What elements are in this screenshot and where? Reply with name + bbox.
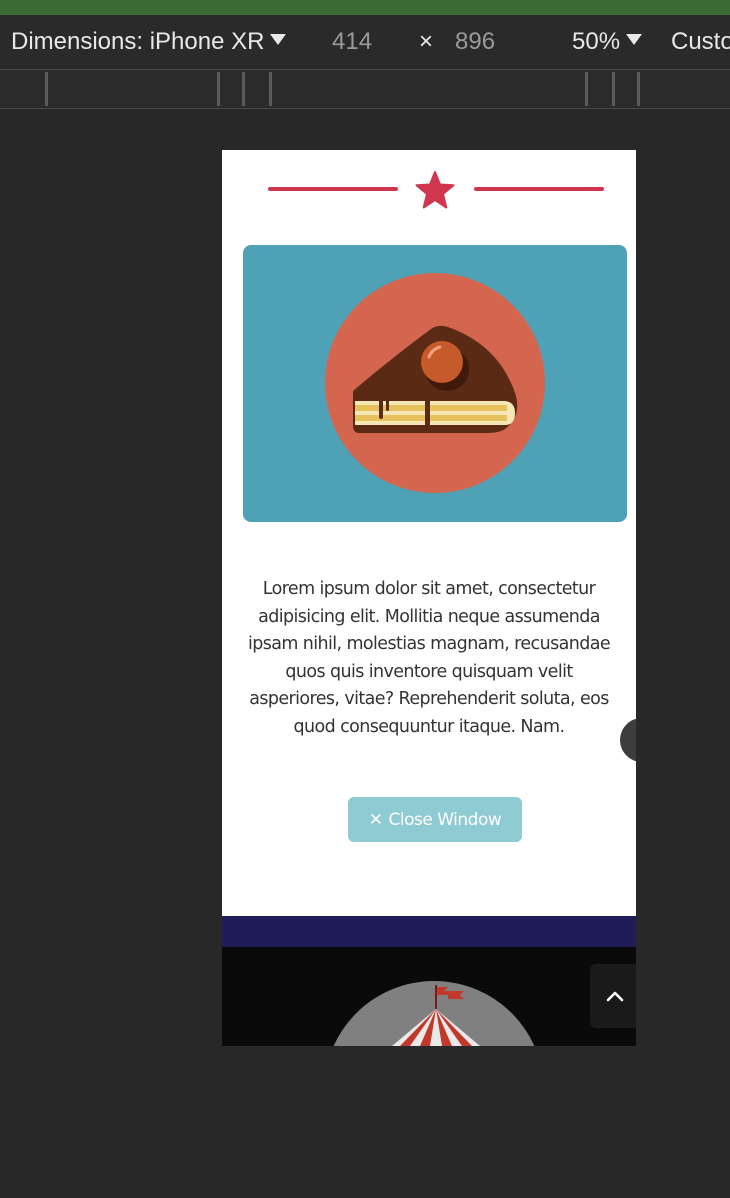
ruler-tick[interactable] [45,72,48,106]
cake-slice-icon [325,273,545,493]
star-icon [415,171,455,209]
ruler-tick[interactable] [637,72,640,106]
divider-line-right [474,187,604,191]
ruler-tick[interactable] [585,72,588,106]
devtools-device-toolbar: Dimensions: iPhone XR 414 × 896 50% Cust… [0,15,730,70]
circus-tent-icon [333,981,535,1046]
scroll-to-top-button[interactable] [590,964,636,1028]
browser-top-strip [0,0,730,15]
close-icon: ✕ [368,809,383,830]
width-input[interactable]: 414 [332,15,372,69]
device-viewport: Lorem ipsum dolor sit amet, consectetur … [222,150,636,1046]
close-window-label: Close Window [388,809,502,830]
device-dimensions-dropdown[interactable]: Dimensions: iPhone XR [11,15,287,69]
ruler-tick[interactable] [242,72,245,106]
nav-band [222,916,636,947]
chevron-down-icon [626,34,643,45]
divider-line-left [268,187,398,191]
hero-image-card [243,245,627,522]
description-text: Lorem ipsum dolor sit amet, consectetur … [247,579,611,737]
media-query-ruler [0,70,730,109]
dimensions-label: Dimensions: iPhone XR [11,28,265,55]
floating-side-button[interactable] [620,718,636,762]
close-window-button[interactable]: ✕ Close Window [348,797,522,842]
throttle-dropdown[interactable]: Custo [671,15,730,69]
swap-dimensions-icon[interactable]: × [419,15,433,69]
ruler-tick[interactable] [612,72,615,106]
zoom-label: 50% [572,28,621,55]
chevron-down-icon [270,34,287,45]
height-input[interactable]: 896 [455,15,495,69]
ruler-tick[interactable] [269,72,272,106]
portfolio-section [222,947,636,1046]
zoom-dropdown[interactable]: 50% [572,15,643,69]
chevron-up-icon [606,991,624,1002]
ruler-tick[interactable] [217,72,220,106]
